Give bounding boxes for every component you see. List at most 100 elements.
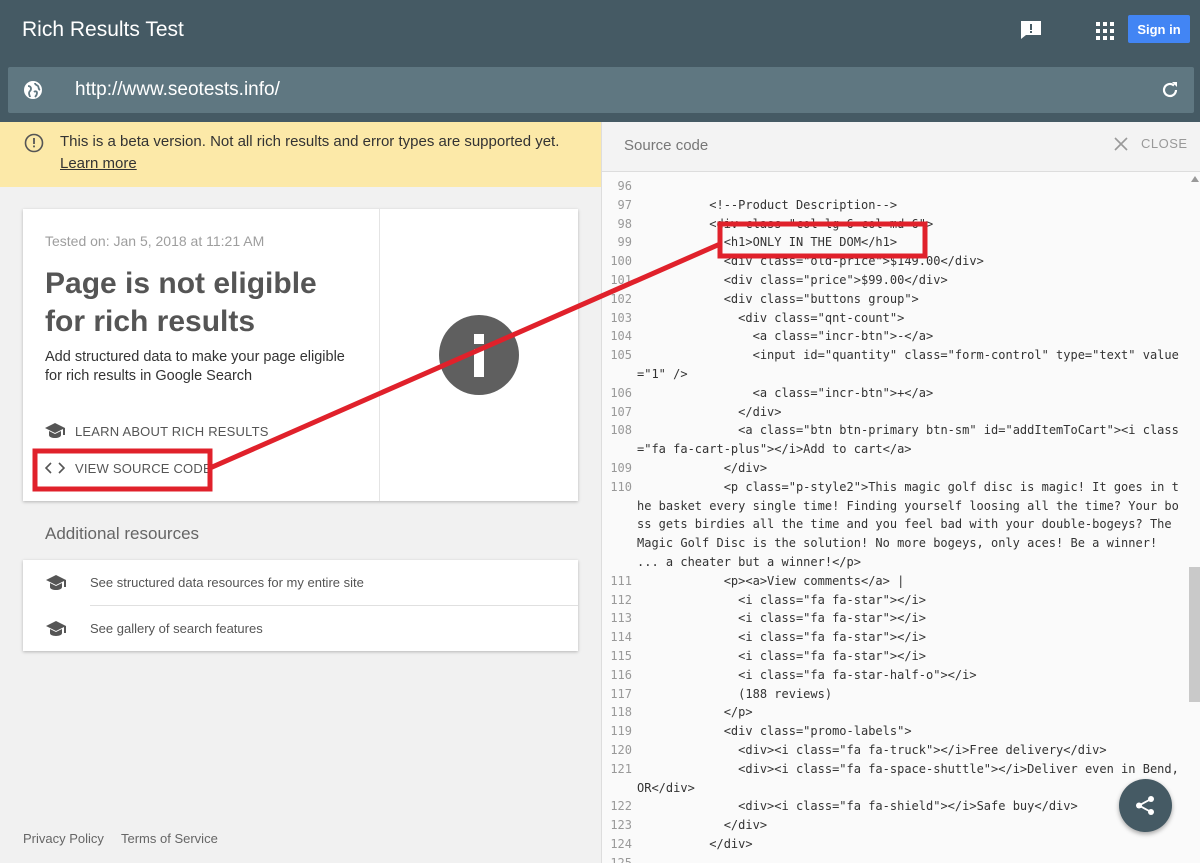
sign-in-button[interactable]: Sign in: [1128, 15, 1190, 43]
line-number: 101: [610, 272, 632, 287]
code-line: 115 <i class="fa fa-star"></i>: [602, 647, 1192, 666]
line-number: 96: [617, 179, 632, 193]
view-source-code-button[interactable]: VIEW SOURCE CODE: [45, 458, 212, 478]
close-button[interactable]: CLOSE: [1114, 136, 1188, 151]
resource-item[interactable]: See structured data resources for my ent…: [23, 560, 578, 605]
code-line: 103 <div class="qnt-count">: [602, 309, 1192, 328]
line-content: <i class="fa fa-star"></i>: [637, 611, 926, 626]
line-content: <a class="incr-btn">+</a>: [637, 385, 934, 400]
terms-of-service-link[interactable]: Terms of Service: [121, 831, 218, 846]
school-cap-icon: [46, 574, 66, 590]
line-content: <i class="fa fa-star"></i>: [637, 630, 926, 645]
code-line: 100 <div class="old-price">$149.00</div>: [602, 252, 1192, 271]
globe-icon: [24, 81, 42, 99]
code-line: 97 <!--Product Description-->: [602, 196, 1192, 215]
line-number: 110: [610, 479, 632, 494]
share-icon: [1136, 796, 1154, 815]
code-line: 124 </div>: [602, 835, 1192, 854]
line-number: 97: [617, 197, 632, 212]
line-content: <div class="old-price">$149.00</div>: [637, 254, 984, 269]
line-number: 99: [617, 235, 632, 250]
code-line: 118 </p>: [602, 703, 1192, 722]
line-content: <h1>ONLY IN THE DOM</h1>: [637, 235, 898, 250]
code-line: 107 </div>: [602, 403, 1192, 422]
line-number: 124: [610, 836, 632, 851]
line-number: 114: [610, 630, 632, 645]
code-line: 121 <div><i class="fa fa-space-shuttle">…: [602, 760, 1192, 798]
line-content: </div>: [637, 404, 782, 419]
code-line: 111 <p><a>View comments</a> |: [602, 572, 1192, 591]
tested-date: Tested on: Jan 5, 2018 at 11:21 AM: [45, 233, 265, 249]
app-title: Rich Results Test: [22, 18, 184, 41]
line-content: <!--Product Description-->: [637, 197, 898, 212]
line-number: 123: [610, 818, 632, 833]
code-line: 109 </div>: [602, 459, 1192, 478]
learn-more-link[interactable]: Learn more: [60, 155, 137, 172]
code-line: 105 <input id="quantity" class="form-con…: [602, 346, 1192, 384]
code-line: 110 <p class="p-style2">This magic golf …: [602, 478, 1192, 572]
scrollbar-thumb[interactable]: [1189, 567, 1200, 702]
result-subtext: Add structured data to make your page el…: [45, 349, 345, 384]
info-outline-icon: [24, 133, 44, 153]
code-line: 112 <i class="fa fa-star"></i>: [602, 591, 1192, 610]
code-line: 122 <div><i class="fa fa-shield"></i>Saf…: [602, 797, 1192, 816]
url-input[interactable]: http://www.seotests.info/: [75, 79, 280, 101]
line-number: 120: [610, 742, 632, 757]
line-content: [632, 854, 1180, 863]
beta-banner-text: This is a beta version. Not all rich res…: [60, 133, 560, 150]
line-content: <i class="fa fa-star"></i>: [637, 648, 926, 663]
feedback-icon[interactable]: [1020, 20, 1042, 40]
line-content: </p>: [637, 705, 753, 720]
close-label: CLOSE: [1141, 136, 1188, 151]
resource-item[interactable]: See gallery of search features: [23, 606, 578, 651]
source-code-panel: Source code CLOSE 96 97 <!--Product Descr…: [601, 122, 1200, 863]
result-headline: Page is not eligible for rich results: [45, 267, 317, 338]
line-number: 104: [610, 329, 632, 344]
apps-grid-icon[interactable]: [1096, 22, 1114, 40]
view-source-code-label: VIEW SOURCE CODE: [75, 460, 212, 476]
line-content: (188 reviews): [637, 686, 833, 701]
line-content: </div>: [637, 460, 768, 475]
beta-banner: This is a beta version. Not all rich res…: [0, 122, 601, 187]
line-content: </div>: [637, 818, 768, 833]
line-content: <i class="fa fa-star"></i>: [637, 592, 926, 607]
code-line: 119 <div class="promo-labels">: [602, 722, 1192, 741]
line-content: <div><i class="fa fa-space-shuttle"></i>…: [637, 761, 1187, 795]
scroll-up-arrow-icon[interactable]: [1191, 176, 1199, 182]
code-line: 114 <i class="fa fa-star"></i>: [602, 628, 1192, 647]
line-number: 118: [610, 705, 632, 720]
code-line: 106 <a class="incr-btn">+</a>: [602, 384, 1192, 403]
line-number: 112: [610, 592, 632, 607]
reload-icon[interactable]: [1160, 80, 1180, 100]
line-number: 107: [610, 404, 632, 419]
url-bar[interactable]: http://www.seotests.info/: [8, 67, 1194, 113]
code-line: 101 <div class="price">$99.00</div>: [602, 271, 1192, 290]
learn-rich-results-button[interactable]: LEARN ABOUT RICH RESULTS: [45, 421, 269, 441]
card-divider: [379, 209, 380, 501]
privacy-policy-link[interactable]: Privacy Policy: [23, 831, 104, 846]
code-line: 102 <div class="buttons group">: [602, 290, 1192, 309]
code-line: 99 <h1>ONLY IN THE DOM</h1>: [602, 233, 1192, 252]
line-content: <div class="qnt-count">: [637, 310, 905, 325]
line-content: <div><i class="fa fa-shield"></i>Safe bu…: [637, 799, 1078, 814]
line-content: [632, 177, 1180, 196]
learn-rich-results-label: LEARN ABOUT RICH RESULTS: [75, 423, 269, 439]
line-content: <input id="quantity" class="form-control…: [637, 348, 1179, 381]
line-number: 100: [610, 254, 632, 269]
line-number: 122: [610, 799, 632, 814]
resource-item-label: See gallery of search features: [90, 621, 263, 636]
line-content: </div>: [637, 836, 753, 851]
code-line: 125: [602, 854, 1192, 863]
code-brackets-icon: [45, 462, 65, 474]
line-content: <div class="price">$99.00</div>: [637, 272, 948, 287]
line-number: 121: [610, 761, 632, 776]
source-code-view[interactable]: 96 97 <!--Product Description--> 98 <div c…: [602, 177, 1192, 863]
line-content: <p class="p-style2">This magic golf disc…: [637, 479, 1179, 569]
code-line: 104 <a class="incr-btn">-</a>: [602, 327, 1192, 346]
app-header: Rich Results Test Sign in http://www.seo…: [0, 0, 1200, 122]
line-content: <div class="col-lg-6 col-md-6">: [637, 216, 934, 231]
share-button[interactable]: [1119, 779, 1172, 832]
line-number: 119: [610, 724, 632, 739]
line-number: 106: [610, 385, 632, 400]
result-card: Tested on: Jan 5, 2018 at 11:21 AM Page …: [23, 209, 578, 501]
